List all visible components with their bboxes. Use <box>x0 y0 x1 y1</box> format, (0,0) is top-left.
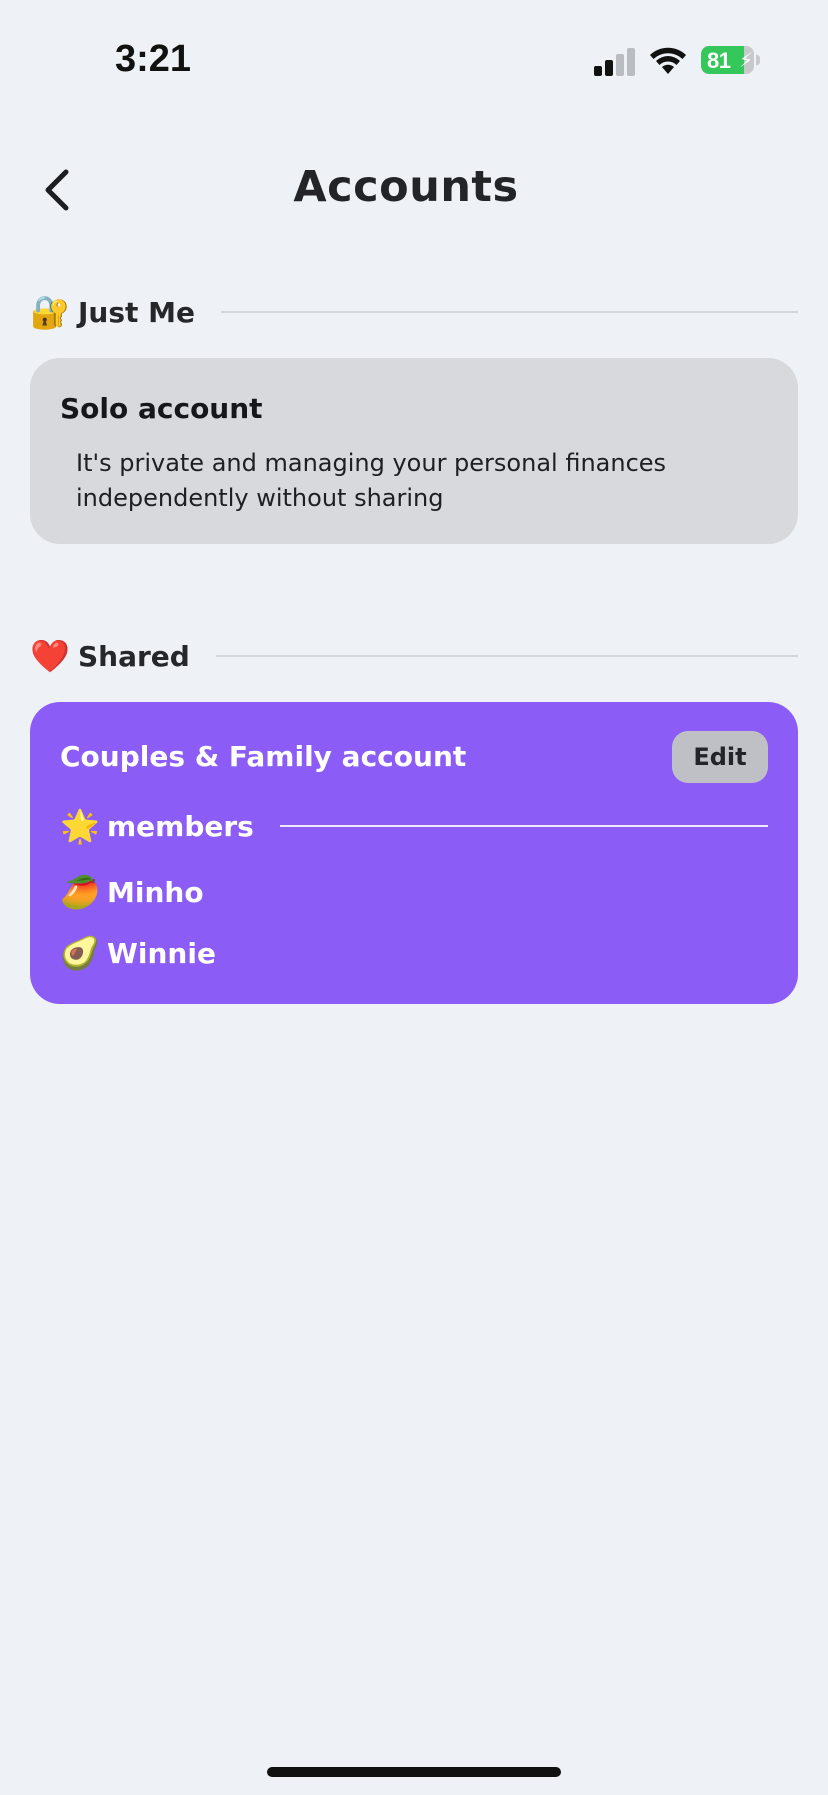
member-item: 🥭 Minho <box>60 870 204 914</box>
shared-account-card[interactable]: Couples & Family account Edit 🌟 members … <box>30 702 798 1004</box>
wifi-icon <box>650 47 686 74</box>
status-bar: 3:21 81 ⚡ <box>0 0 828 120</box>
edit-button[interactable]: Edit <box>672 731 768 783</box>
battery-level: 81 <box>707 48 731 73</box>
solo-account-title: Solo account <box>60 392 263 425</box>
battery-charging-icon: 81 ⚡ <box>701 46 761 76</box>
member-item: 🥑 Winnie <box>60 931 216 975</box>
divider <box>221 311 798 313</box>
lock-key-icon: 🔐 <box>30 293 70 331</box>
section-label-shared: Shared <box>78 639 190 673</box>
bolt-icon: ⚡ <box>739 48 754 72</box>
member-name: Minho <box>107 875 204 909</box>
members-header: 🌟 members <box>60 804 768 848</box>
divider <box>215 655 798 657</box>
solo-account-description: It's private and managing your personal … <box>76 449 667 512</box>
member-name: Winnie <box>107 936 216 970</box>
avocado-icon: 🥑 <box>60 934 100 972</box>
section-header-shared: ❤️ Shared <box>30 634 798 678</box>
status-time: 3:21 <box>115 38 192 80</box>
page-title: Accounts <box>293 162 519 212</box>
heart-icon: ❤️ <box>30 637 70 675</box>
shared-account-title: Couples & Family account <box>60 740 467 773</box>
members-label: members <box>107 809 254 843</box>
divider <box>279 825 768 827</box>
solo-account-card[interactable]: Solo account It's private and managing y… <box>30 358 798 544</box>
section-label-just-me: Just Me <box>78 295 196 329</box>
mango-icon: 🥭 <box>60 873 100 911</box>
home-indicator <box>267 1767 561 1777</box>
star-icon: 🌟 <box>60 807 100 845</box>
section-header-just-me: 🔐 Just Me <box>30 290 798 334</box>
cellular-signal-icon <box>594 48 635 76</box>
